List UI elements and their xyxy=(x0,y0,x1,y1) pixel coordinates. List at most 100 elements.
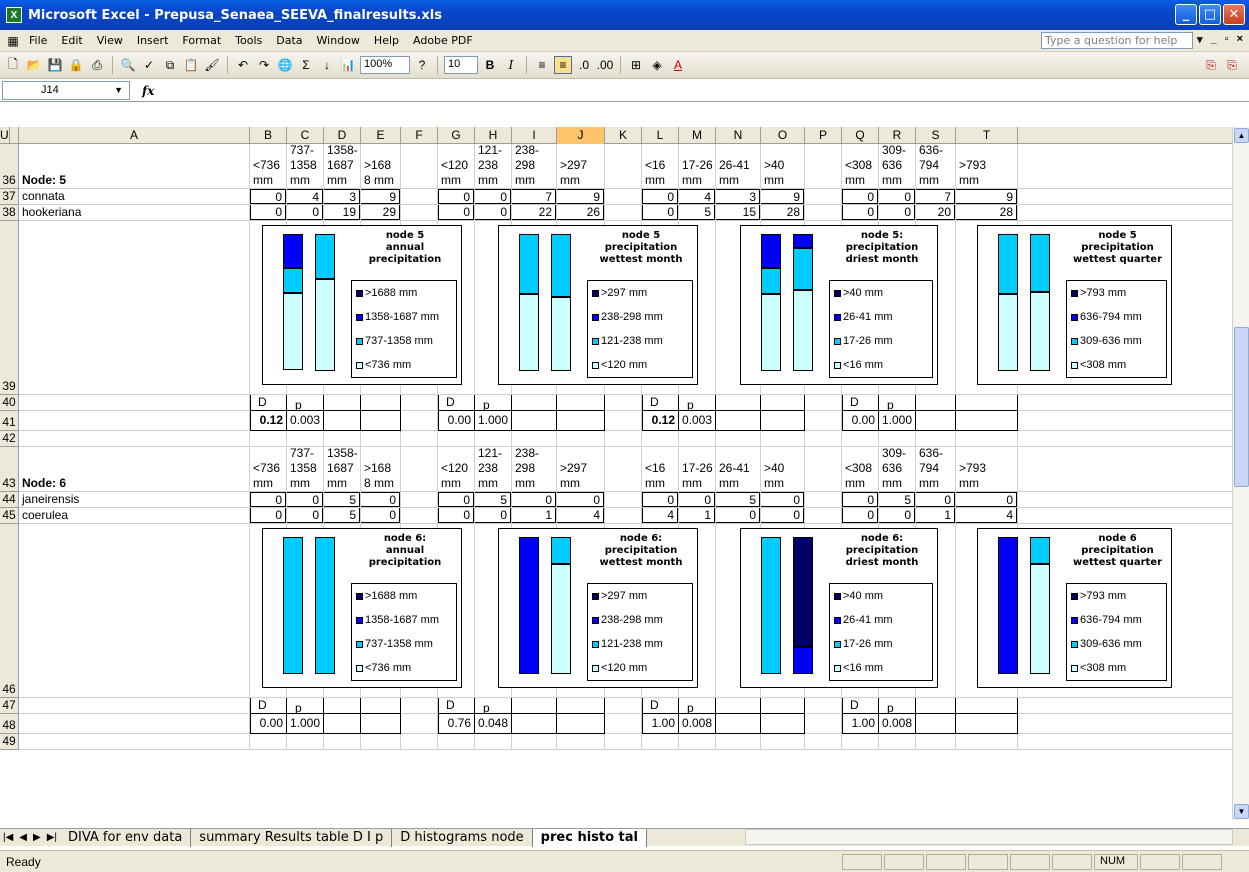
range-header[interactable]: >40 mm xyxy=(761,447,804,491)
count-value[interactable]: 1 xyxy=(916,508,955,523)
taxon-name[interactable]: coerulea xyxy=(19,508,249,523)
autosum-icon[interactable]: Σ xyxy=(297,56,315,74)
help-icon[interactable]: ? xyxy=(413,56,431,74)
count-value[interactable]: 29 xyxy=(361,205,400,220)
bar-segment[interactable] xyxy=(551,234,571,298)
count-value[interactable]: 0 xyxy=(761,508,804,523)
count-value[interactable]: 5 xyxy=(716,492,760,507)
range-header[interactable]: 17-26 mm xyxy=(679,144,715,188)
range-header[interactable]: <736 mm xyxy=(250,144,286,188)
bar-segment[interactable] xyxy=(793,646,813,674)
row-header[interactable]: 45 xyxy=(0,508,19,524)
column-header-u[interactable]: U xyxy=(0,127,10,144)
range-header[interactable]: <736 mm xyxy=(250,447,286,491)
vertical-scrollbar[interactable]: ▲ ▼ xyxy=(1232,127,1249,820)
count-value[interactable]: 0 xyxy=(250,508,286,523)
scroll-up-icon[interactable]: ▲ xyxy=(1234,128,1249,143)
function-icon[interactable]: fx xyxy=(142,84,154,98)
count-value[interactable]: 0 xyxy=(250,189,286,204)
count-value[interactable]: 0 xyxy=(842,205,878,220)
bar-segment[interactable] xyxy=(283,268,303,293)
count-value[interactable]: 5 xyxy=(879,492,915,507)
copy-icon[interactable]: ⧉ xyxy=(161,56,179,74)
range-header[interactable]: 121- 238 mm xyxy=(475,447,511,491)
font-color-icon[interactable]: A xyxy=(669,56,687,74)
menu-item-data[interactable]: Data xyxy=(269,34,309,47)
menu-item-view[interactable]: View xyxy=(90,34,130,47)
column-header-d[interactable]: D xyxy=(324,127,361,144)
chevron-down-icon[interactable]: ▼ xyxy=(114,85,123,95)
count-value[interactable]: 9 xyxy=(761,189,804,204)
count-value[interactable]: 0 xyxy=(438,205,474,220)
count-value[interactable]: 9 xyxy=(956,189,1017,204)
font-size-select[interactable]: 10 xyxy=(444,56,478,74)
paste-icon[interactable]: 📋 xyxy=(182,56,200,74)
excel-app-icon[interactable]: X xyxy=(6,7,22,23)
print-preview-icon[interactable]: 🔍 xyxy=(119,56,137,74)
count-value[interactable]: 0 xyxy=(475,189,511,204)
menu-item-window[interactable]: Window xyxy=(310,34,367,47)
count-value[interactable]: 0 xyxy=(642,492,678,507)
horizontal-scrollbar[interactable] xyxy=(745,829,1233,845)
count-value[interactable]: 5 xyxy=(324,508,360,523)
bar-segment[interactable] xyxy=(519,537,539,674)
count-value[interactable]: 0 xyxy=(879,189,915,204)
minimize-button[interactable]: _ xyxy=(1175,4,1197,25)
range-header[interactable]: >168 8 mm xyxy=(361,144,400,188)
bar-segment[interactable] xyxy=(283,537,303,674)
bar-segment[interactable] xyxy=(761,537,781,674)
range-header[interactable]: <308 mm xyxy=(842,447,878,491)
undo-icon[interactable]: ↶ xyxy=(234,56,252,74)
count-value[interactable]: 28 xyxy=(761,205,804,220)
bar-segment[interactable] xyxy=(793,234,813,248)
range-header[interactable]: >40 mm xyxy=(761,144,804,188)
row-header[interactable]: 43 xyxy=(0,447,19,492)
count-value[interactable]: 4 xyxy=(956,508,1017,523)
menu-item-help[interactable]: Help xyxy=(367,34,406,47)
workbook-icon[interactable]: ▦ xyxy=(4,32,22,50)
close-button[interactable]: ✕ xyxy=(1223,4,1245,25)
sort-ascending-icon[interactable]: ↓ xyxy=(318,56,336,74)
bar-segment[interactable] xyxy=(793,290,813,371)
node-label[interactable]: Node: 6 xyxy=(19,447,249,491)
first-sheet-icon[interactable]: |◀ xyxy=(0,832,16,843)
count-value[interactable]: 0 xyxy=(250,492,286,507)
count-value[interactable]: 4 xyxy=(679,189,715,204)
column-header-m[interactable]: M xyxy=(679,127,716,144)
bold-icon[interactable]: B xyxy=(481,56,499,74)
column-header-k[interactable]: K xyxy=(605,127,642,144)
count-value[interactable]: 0 xyxy=(438,492,474,507)
row-header[interactable]: 38 xyxy=(0,205,19,221)
adobe-pdf-review-icon[interactable]: ⎘ xyxy=(1223,56,1241,74)
count-value[interactable]: 0 xyxy=(287,508,323,523)
help-search-input[interactable]: Type a question for help xyxy=(1041,32,1193,49)
last-sheet-icon[interactable]: ▶| xyxy=(44,832,60,843)
redo-icon[interactable]: ↷ xyxy=(255,56,273,74)
range-header[interactable]: 309- 636 mm xyxy=(879,447,915,491)
print-icon[interactable]: ⎙ xyxy=(88,56,106,74)
row-header[interactable]: 48 xyxy=(0,714,19,734)
menu-item-tools[interactable]: Tools xyxy=(228,34,269,47)
count-value[interactable]: 20 xyxy=(916,205,955,220)
column-header-i[interactable]: I xyxy=(512,127,557,144)
taxon-name[interactable]: hookeriana xyxy=(19,205,249,220)
spelling-icon[interactable]: ✓ xyxy=(140,56,158,74)
range-header[interactable]: 121- 238 mm xyxy=(475,144,511,188)
count-value[interactable]: 0 xyxy=(475,508,511,523)
bar-segment[interactable] xyxy=(998,537,1018,674)
range-header[interactable]: 1358- 1687 mm xyxy=(324,447,360,491)
center-icon[interactable]: ≡ xyxy=(554,56,572,74)
range-header[interactable]: 737- 1358 mm xyxy=(287,144,323,188)
range-header[interactable]: <16 mm xyxy=(642,447,678,491)
range-header[interactable]: 636- 794 mm xyxy=(916,447,955,491)
bar-segment[interactable] xyxy=(1030,537,1050,565)
count-value[interactable]: 4 xyxy=(642,508,678,523)
count-value[interactable]: 7 xyxy=(512,189,556,204)
chart-wizard-icon[interactable]: 📊 xyxy=(339,56,357,74)
count-value[interactable]: 5 xyxy=(679,205,715,220)
doc-close-button[interactable]: × xyxy=(1237,33,1243,46)
column-header-q[interactable]: Q xyxy=(842,127,879,144)
range-header[interactable]: <120 mm xyxy=(438,447,474,491)
sheet-tab[interactable]: DIVA for env data xyxy=(60,828,192,847)
histogram-chart[interactable]: node 6 precipitation wettest quarter >793… xyxy=(977,528,1172,688)
